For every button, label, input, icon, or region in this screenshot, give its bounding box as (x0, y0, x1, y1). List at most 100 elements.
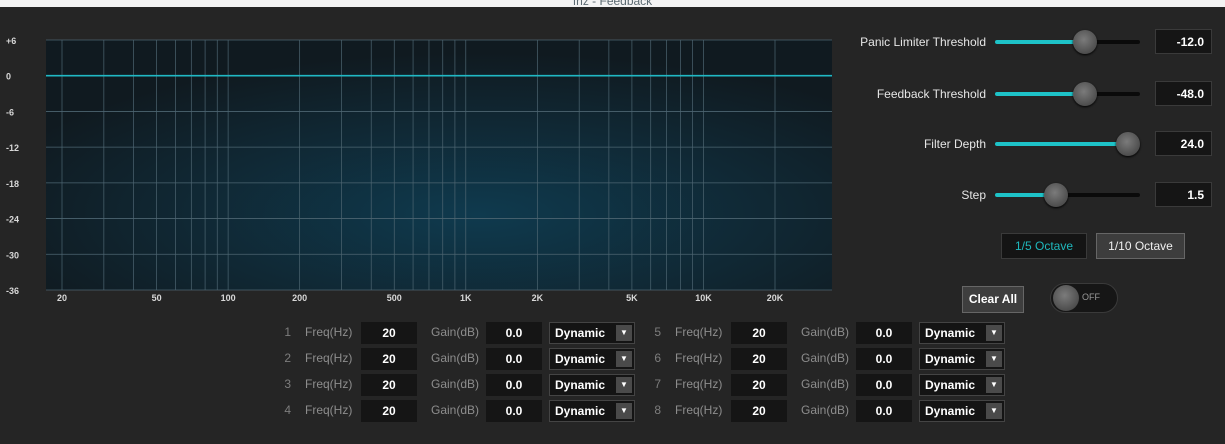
feedback-threshold-fill (995, 92, 1085, 96)
gain-input[interactable]: 0.0 (856, 374, 912, 396)
x-tick-label: 200 (292, 293, 307, 303)
panic-limiter-row: Panic Limiter Threshold -12.0 (840, 27, 1225, 57)
toggle-knob (1053, 285, 1079, 311)
filter-row: 7 Freq(Hz) 20 Gain(dB) 0.0 Dynamic ▼ (643, 374, 1013, 396)
feedback-threshold-value[interactable]: -48.0 (1155, 81, 1212, 106)
gain-input[interactable]: 0.0 (856, 322, 912, 344)
feedback-toggle[interactable]: OFF (1050, 283, 1118, 313)
chevron-down-icon[interactable]: ▼ (986, 351, 1002, 367)
filter-number: 1 (284, 325, 291, 339)
clear-all-button[interactable]: Clear All (962, 286, 1024, 313)
panic-limiter-slider[interactable] (995, 30, 1140, 54)
chevron-down-icon[interactable]: ▼ (616, 403, 632, 419)
filter-row: 6 Freq(Hz) 20 Gain(dB) 0.0 Dynamic ▼ (643, 348, 1013, 370)
filter-depth-fill (995, 142, 1129, 146)
filter-number: 6 (654, 351, 661, 365)
freq-input[interactable]: 20 (731, 348, 787, 370)
y-tick-label: +6 (6, 36, 16, 46)
freq-label: Freq(Hz) (305, 351, 353, 365)
x-tick-label: 20 (57, 293, 67, 303)
freq-input[interactable]: 20 (731, 374, 787, 396)
filter-depth-value[interactable]: 24.0 (1155, 131, 1212, 156)
filter-depth-slider[interactable] (995, 132, 1141, 156)
gain-label: Gain(dB) (431, 403, 480, 417)
gain-input[interactable]: 0.0 (856, 348, 912, 370)
step-value[interactable]: 1.5 (1155, 182, 1212, 207)
panic-limiter-value[interactable]: -12.0 (1155, 29, 1212, 54)
feedback-threshold-row: Feedback Threshold -48.0 (840, 79, 1225, 109)
panic-limiter-fill (995, 40, 1085, 44)
mode-select-value: Dynamic (925, 352, 976, 366)
filter-row: 4 Freq(Hz) 20 Gain(dB) 0.0 Dynamic ▼ (273, 400, 643, 422)
filter-number: 8 (654, 403, 661, 417)
plot-area (46, 40, 832, 290)
mode-select-value: Dynamic (925, 404, 976, 418)
freq-input[interactable]: 20 (361, 348, 417, 370)
octave-tenth-button[interactable]: 1/10 Octave (1096, 233, 1185, 259)
feedback-threshold-knob[interactable] (1072, 82, 1097, 106)
mode-select[interactable]: Dynamic ▼ (549, 322, 635, 344)
filter-number: 5 (654, 325, 661, 339)
y-tick-label: -24 (6, 215, 19, 225)
chevron-down-icon[interactable]: ▼ (616, 351, 632, 367)
mode-select[interactable]: Dynamic ▼ (919, 322, 1005, 344)
freq-input[interactable]: 20 (361, 374, 417, 396)
gain-label: Gain(dB) (801, 325, 850, 339)
y-tick-label: 0 (6, 72, 11, 82)
filter-depth-knob[interactable] (1116, 132, 1141, 156)
mode-select[interactable]: Dynamic ▼ (549, 400, 635, 422)
x-tick-label: 100 (221, 293, 236, 303)
panic-limiter-knob[interactable] (1072, 30, 1097, 54)
step-slider[interactable] (995, 183, 1140, 207)
mode-select[interactable]: Dynamic ▼ (919, 348, 1005, 370)
chevron-down-icon[interactable]: ▼ (986, 325, 1002, 341)
mode-select[interactable]: Dynamic ▼ (919, 374, 1005, 396)
freq-label: Freq(Hz) (675, 377, 723, 391)
filter-table: 1 Freq(Hz) 20 Gain(dB) 0.0 Dynamic ▼ 2 Freq(Hz) 2… (0, 322, 1225, 442)
freq-label: Freq(Hz) (305, 403, 353, 417)
mode-select-value: Dynamic (555, 404, 606, 418)
filter-number: 7 (654, 377, 661, 391)
y-tick-label: -30 (6, 250, 19, 260)
x-tick-label: 5K (626, 293, 638, 303)
gain-input[interactable]: 0.0 (486, 348, 542, 370)
x-tick-label: 1K (460, 293, 472, 303)
freq-label: Freq(Hz) (675, 403, 723, 417)
mode-select-value: Dynamic (555, 378, 606, 392)
filter-depth-label: Filter Depth (923, 137, 986, 151)
freq-input[interactable]: 20 (731, 400, 787, 422)
x-tick-label: 50 (152, 293, 162, 303)
chevron-down-icon[interactable]: ▼ (616, 325, 632, 341)
step-label: Step (961, 188, 986, 202)
mode-select[interactable]: Dynamic ▼ (549, 348, 635, 370)
gain-input[interactable]: 0.0 (486, 322, 542, 344)
step-knob[interactable] (1043, 183, 1068, 207)
filter-depth-row: Filter Depth 24.0 (840, 129, 1225, 159)
gain-label: Gain(dB) (801, 377, 850, 391)
toggle-state-label: OFF (1082, 292, 1100, 302)
filter-row: 8 Freq(Hz) 20 Gain(dB) 0.0 Dynamic ▼ (643, 400, 1013, 422)
octave-fifth-button[interactable]: 1/5 Octave (1001, 233, 1087, 259)
mode-select-value: Dynamic (555, 326, 606, 340)
gain-input[interactable]: 0.0 (486, 400, 542, 422)
eq-graph[interactable]: +6 0 -6 -12 -18 -24 -30 -36 20 50 100 200 500 1K 2K 5K 1… (0, 8, 842, 308)
y-tick-label: -18 (6, 179, 19, 189)
chevron-down-icon[interactable]: ▼ (616, 377, 632, 393)
mode-select[interactable]: Dynamic ▼ (549, 374, 635, 396)
filter-number: 3 (284, 377, 291, 391)
gain-input[interactable]: 0.0 (856, 400, 912, 422)
eq-graph-svg[interactable]: +6 0 -6 -12 -18 -24 -30 -36 20 50 100 200 500 1K 2K 5K 1… (0, 8, 842, 308)
gain-input[interactable]: 0.0 (486, 374, 542, 396)
mode-select[interactable]: Dynamic ▼ (919, 400, 1005, 422)
chevron-down-icon[interactable]: ▼ (986, 377, 1002, 393)
chevron-down-icon[interactable]: ▼ (986, 403, 1002, 419)
panic-limiter-label: Panic Limiter Threshold (860, 35, 986, 49)
freq-input[interactable]: 20 (361, 322, 417, 344)
gain-label: Gain(dB) (801, 403, 850, 417)
gain-label: Gain(dB) (431, 377, 480, 391)
feedback-threshold-slider[interactable] (995, 82, 1140, 106)
filter-row: 5 Freq(Hz) 20 Gain(dB) 0.0 Dynamic ▼ (643, 322, 1013, 344)
freq-input[interactable]: 20 (731, 322, 787, 344)
gain-label: Gain(dB) (801, 351, 850, 365)
freq-input[interactable]: 20 (361, 400, 417, 422)
